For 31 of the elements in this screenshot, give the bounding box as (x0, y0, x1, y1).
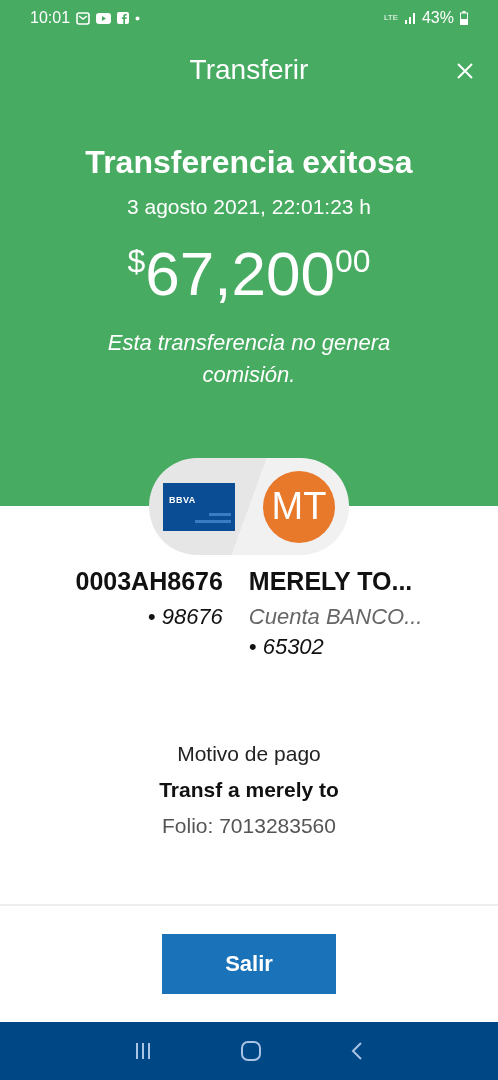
recipient-bank: Cuenta BANCO... (248, 604, 423, 630)
recipient-account-number: • 65302 (248, 634, 324, 660)
payment-reason-label: Motivo de pago (177, 742, 321, 766)
card-stripes-icon (195, 512, 231, 525)
exit-button[interactable]: Salir (162, 934, 336, 994)
origin-account-number: • 98676 (147, 604, 223, 630)
currency-symbol: $ (127, 242, 146, 279)
dot-icon (135, 15, 141, 21)
back-icon[interactable] (350, 1041, 364, 1061)
facebook-icon (117, 12, 130, 24)
commission-note: Esta transferencia no genera comisión. (106, 329, 392, 389)
amount-integer: 67,200 (145, 241, 335, 307)
screen-title: Transferir (189, 54, 309, 86)
play-icon (96, 12, 112, 24)
recipient-name: MERELY TO... (248, 567, 413, 596)
amount-cents: 00 (334, 242, 371, 281)
origin-account-name: 0003AH8676 (75, 567, 223, 596)
home-icon[interactable] (240, 1040, 262, 1062)
transfer-date: 3 agosto 2021, 22:01:23 h (126, 195, 371, 219)
battery-percent: 43% (421, 9, 454, 27)
signal-icon (403, 12, 416, 24)
card-logo: BBVA (169, 494, 196, 505)
recent-apps-icon[interactable] (134, 1042, 152, 1060)
status-time: 10:01 (30, 9, 71, 27)
network-type: LTE (383, 14, 398, 22)
success-heading: Transferencia exitosa (85, 144, 413, 181)
folio-number: Folio: 7013283560 (162, 814, 336, 838)
avatar-initials: MT (263, 470, 335, 543)
battery-icon (460, 11, 468, 25)
mail-icon (76, 11, 91, 25)
payment-reason: Transf a merely to (159, 778, 339, 802)
